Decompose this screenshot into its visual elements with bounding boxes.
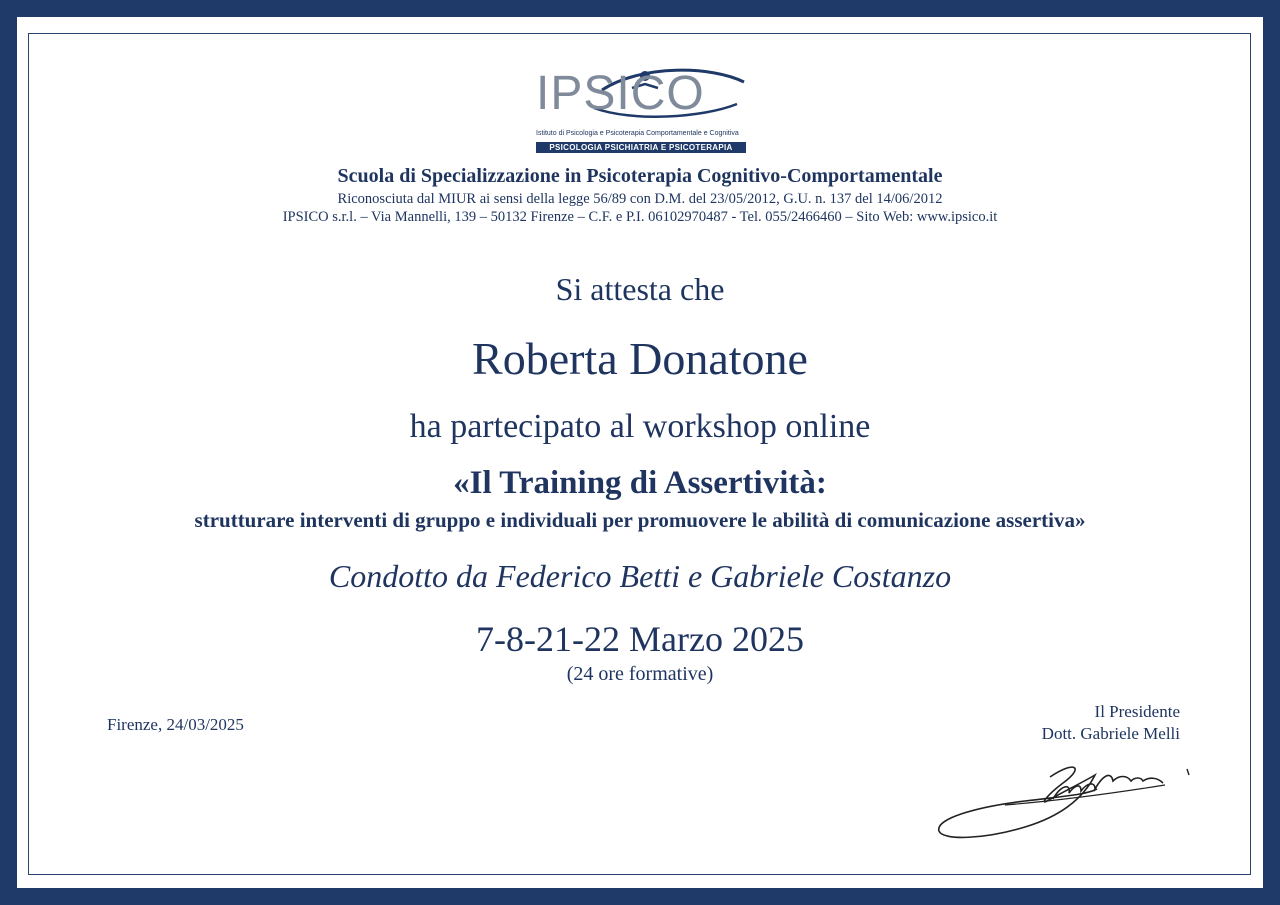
workshop-subtitle: strutturare interventi di gruppo e indiv… <box>194 508 1086 532</box>
school-title: Scuola di Specializzazione in Psicoterap… <box>337 165 943 187</box>
recognition-line: Riconosciuta dal MIUR ai sensi della leg… <box>337 191 943 207</box>
president-name: Dott. Gabriele Melli <box>1041 724 1180 743</box>
logo-wordmark: IPSICO <box>536 67 705 120</box>
workshop-title: «Il Training di Assertività: <box>453 465 827 501</box>
president-role: Il Presidente <box>1094 702 1180 721</box>
certificate-inner-border <box>28 33 1251 875</box>
signature-icon <box>938 766 1190 839</box>
logo-subtitle: Istituto di Psicologia e Psicoterapia Co… <box>536 130 739 137</box>
contacts-line: IPSICO s.r.l. – Via Mannelli, 139 – 5013… <box>282 209 998 225</box>
place-and-date: Firenze, 24/03/2025 <box>107 715 244 734</box>
training-hours: (24 ore formative) <box>566 663 714 685</box>
participant-name: Roberta Donatone <box>472 333 808 384</box>
participation-text: ha partecipato al workshop online <box>409 408 871 445</box>
workshop-dates: 7-8-21-22 Marzo 2025 <box>476 619 804 659</box>
conductors-text: Condotto da Federico Betti e Gabriele Co… <box>328 558 952 594</box>
ipsico-logo: IPSICO Istituto di Psicologia e Psicoter… <box>532 62 748 158</box>
attestation-text: Si attesta che <box>555 271 725 307</box>
president-block: Il Presidente Dott. Gabriele Melli <box>1042 701 1180 745</box>
logo-band: PSICOLOGIA PSICHIATRIA E PSICOTERAPIA <box>536 142 746 153</box>
